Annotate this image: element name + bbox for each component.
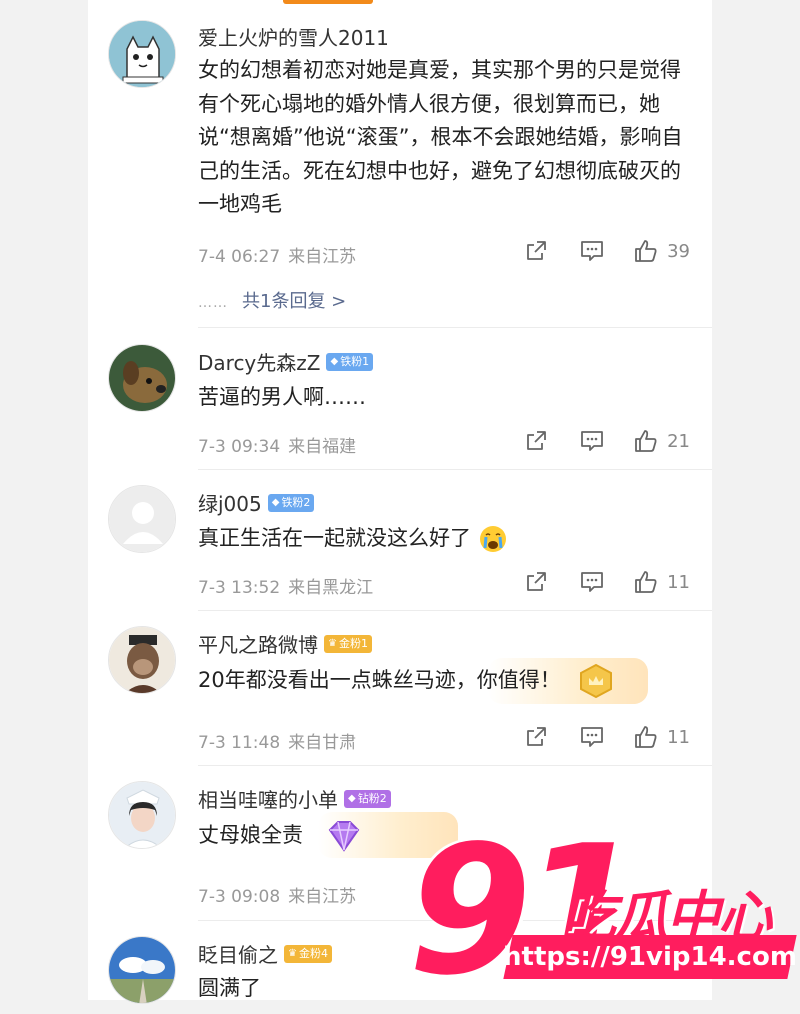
comment-location: 来自甘肃: [288, 733, 357, 753]
comment-time: 7-3 09:08: [198, 887, 281, 907]
comment-text: 20年都没看出一点蛛丝马迹，你值得！: [198, 663, 698, 699]
default-avatar-icon: [109, 486, 175, 552]
diamond-icon: ◆: [348, 792, 356, 804]
comment-text: 女的幻想着初恋对她是真爱，其实那个男的只是觉得有个死心塌地的婚外情人很方便，很划…: [198, 58, 683, 216]
fan-badge: ◆ 铁粉2: [267, 493, 315, 512]
gold-crown-sticker-icon: [580, 663, 613, 699]
like-icon: [635, 571, 657, 593]
ape-avatar-icon: [109, 627, 175, 693]
share-button[interactable]: [508, 429, 564, 453]
comment-time: 7-3 13:52: [198, 578, 281, 598]
watermark-url: https://91vip14.com: [503, 935, 797, 979]
cat-avatar-icon: [109, 21, 175, 87]
avatar[interactable]: [108, 626, 176, 694]
share-icon: [527, 727, 546, 746]
username[interactable]: 平凡之路微博: [198, 629, 318, 658]
username[interactable]: 相当哇噻的小单: [198, 784, 338, 813]
comment-button[interactable]: [564, 725, 620, 749]
divider: [198, 469, 712, 470]
share-button[interactable]: [508, 570, 564, 594]
fan-badge: ◆ 钻粉2: [344, 789, 391, 808]
avatar[interactable]: [108, 344, 176, 412]
like-button[interactable]: 11: [620, 724, 690, 750]
comment-text: 苦逼的男人啊……: [198, 385, 366, 409]
comment-location: 来自江苏: [288, 887, 357, 907]
divider: [198, 765, 712, 766]
crown-icon: ♛: [328, 637, 337, 649]
share-icon: [527, 572, 546, 591]
nurse-avatar-icon: [109, 782, 175, 848]
comment-location: 来自黑龙江: [288, 578, 374, 598]
like-count: 21: [667, 430, 690, 452]
replies-dots: ……: [198, 295, 228, 311]
like-button[interactable]: 39: [620, 238, 690, 264]
share-button[interactable]: [508, 725, 564, 749]
top-accent-bar: [283, 0, 373, 4]
comment-text: 真正生活在一起就没这么好了: [198, 522, 698, 556]
like-count: 11: [667, 726, 690, 748]
crying-face-icon: [479, 526, 506, 552]
like-count: 11: [667, 571, 690, 593]
comment-button[interactable]: [564, 239, 620, 263]
comment-location: 来自江苏: [288, 247, 357, 267]
like-icon: [635, 726, 657, 748]
divider: [198, 327, 712, 328]
fan-badge: ♛ 金粉1: [324, 634, 372, 653]
comment-button[interactable]: [564, 570, 620, 594]
avatar[interactable]: [108, 485, 176, 553]
comment-location: 来自福建: [288, 437, 357, 457]
username[interactable]: Darcy先森zZ: [198, 347, 320, 376]
diamond-icon: ◆: [271, 496, 280, 508]
comment-icon: [581, 431, 603, 451]
username[interactable]: 绿j005: [198, 488, 262, 517]
replies-link[interactable]: …… 共1条回复 >: [198, 287, 346, 313]
dog-avatar-icon: [109, 345, 175, 411]
share-icon: [527, 241, 546, 260]
landscape-avatar-icon: [109, 937, 175, 1003]
purple-diamond-sticker-icon: [328, 821, 359, 852]
like-button[interactable]: 11: [620, 569, 690, 595]
username[interactable]: 爱上火炉的雪人2011: [198, 22, 389, 51]
like-icon: [635, 430, 657, 452]
comment-time: 7-3 09:34: [198, 437, 281, 457]
avatar[interactable]: [108, 20, 176, 88]
like-icon: [635, 240, 657, 262]
avatar[interactable]: [108, 936, 176, 1004]
like-count: 39: [667, 240, 690, 262]
comment-button[interactable]: [564, 429, 620, 453]
fan-badge: ♛ 金粉4: [284, 944, 332, 963]
diamond-icon: ◆: [330, 355, 339, 367]
comment-icon: [581, 572, 603, 592]
avatar[interactable]: [108, 781, 176, 849]
crown-icon: ♛: [288, 947, 297, 959]
divider: [198, 610, 712, 611]
like-button[interactable]: 21: [620, 428, 690, 454]
comment-time: 7-3 11:48: [198, 733, 281, 753]
share-button[interactable]: [508, 239, 564, 263]
fan-badge: ◆ 铁粉1: [326, 352, 374, 371]
comment-icon: [581, 241, 603, 261]
share-icon: [527, 431, 546, 450]
replies-label: 共1条回复 >: [242, 291, 347, 312]
comment-icon: [581, 727, 603, 747]
username[interactable]: 眨目偷之: [198, 939, 278, 968]
comment-time: 7-4 06:27: [198, 247, 281, 267]
